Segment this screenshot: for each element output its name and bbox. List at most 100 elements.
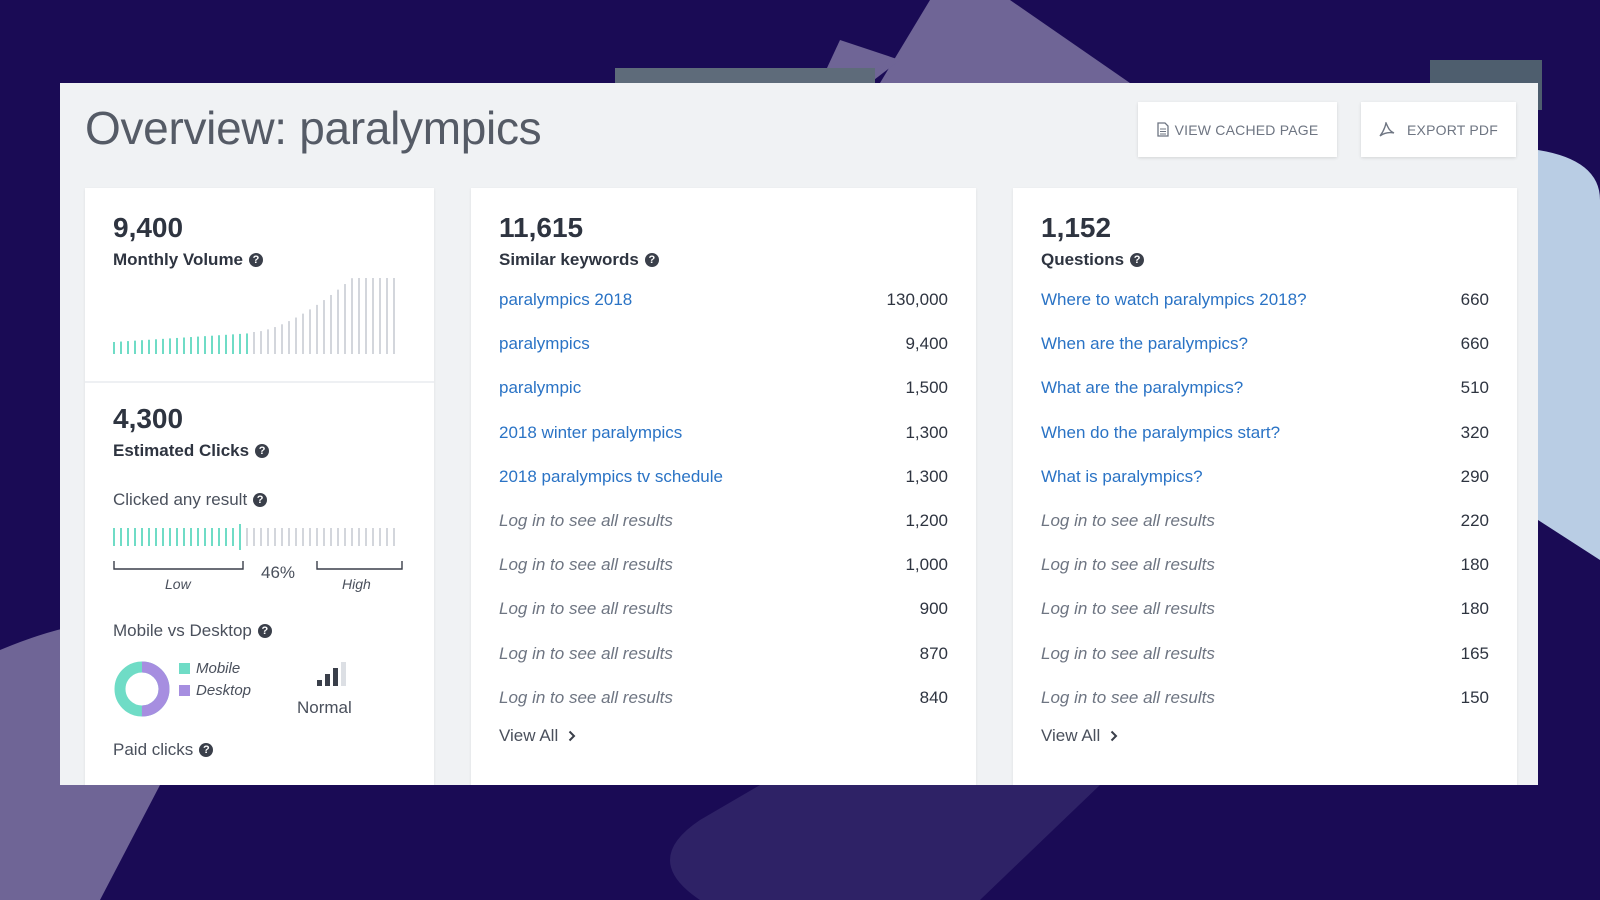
help-icon[interactable]: ?: [644, 253, 659, 267]
meter-bar: [113, 528, 115, 546]
login-prompt-link[interactable]: Log in to see all results: [499, 688, 673, 708]
meter-bar: [183, 528, 185, 546]
keyword-row-link[interactable]: paralympics 2018: [499, 290, 632, 310]
keyword-row-volume: 900: [919, 599, 948, 619]
meter-bar: [211, 528, 213, 546]
paid-clicks-text: Paid clicks: [113, 740, 194, 759]
range-low-label: Low: [165, 576, 191, 592]
estimated-clicks-value: 4,300: [113, 403, 184, 434]
meter-bar: [337, 528, 339, 546]
help-icon[interactable]: ?: [199, 743, 214, 757]
help-icon[interactable]: ?: [253, 493, 268, 507]
meter-bar: [288, 528, 290, 546]
keyword-row-volume: 1,500: [905, 378, 948, 398]
keyword-row: 2018 paralympics tv schedule 1,300: [499, 467, 948, 511]
meter-bar: [295, 528, 297, 546]
question-row-volume: 660: [1460, 334, 1489, 354]
meter-bar: [127, 528, 129, 546]
sparkline-bar: [218, 335, 220, 354]
keyword-row-link[interactable]: paralympics: [499, 334, 590, 354]
login-prompt-link[interactable]: Log in to see all results: [1041, 688, 1215, 708]
meter-bar: [309, 528, 311, 546]
keyword-row-link[interactable]: 2018 paralympics tv schedule: [499, 467, 723, 487]
view-cached-page-button[interactable]: VIEW CACHED PAGE: [1138, 102, 1337, 157]
keyword-row: paralympic 1,500: [499, 378, 948, 422]
sparkline-bar: [393, 278, 395, 354]
question-row-link[interactable]: When do the paralympics start?: [1041, 423, 1280, 443]
keyword-row: paralympics 9,400: [499, 334, 948, 378]
question-row-volume: 290: [1460, 466, 1489, 486]
login-prompt-link[interactable]: Log in to see all results: [1041, 511, 1215, 531]
login-prompt-link[interactable]: Log in to see all results: [499, 555, 673, 575]
legend-mobile-label: Mobile: [196, 660, 241, 677]
question-row-link[interactable]: When are the paralympics?: [1041, 334, 1248, 354]
question-row-volume: 150: [1460, 687, 1489, 707]
meter-bar: [141, 528, 143, 546]
meter-bar: [204, 528, 206, 546]
keyword-row-link[interactable]: paralympic: [499, 378, 581, 398]
high-bracket: [316, 561, 403, 570]
bg-shape-right: [1538, 150, 1600, 560]
legend-desktop: Desktop: [179, 682, 251, 699]
login-prompt-link[interactable]: Log in to see all results: [1041, 555, 1215, 575]
keyword-row-link[interactable]: 2018 winter paralympics: [499, 423, 682, 443]
sparkline-bar: [379, 278, 381, 354]
estimated-clicks-text: Estimated Clicks: [113, 441, 250, 460]
meter-bar: [218, 528, 220, 546]
meter-bar: [358, 528, 360, 546]
sparkline-bar: [176, 337, 178, 354]
mobile-desktop-label: Mobile vs Desktop ?: [113, 621, 272, 641]
page-title: Overview: paralympics: [85, 102, 542, 154]
questions-count: 1,152: [1041, 212, 1112, 243]
similar-keywords-view-all[interactable]: View All: [499, 726, 576, 746]
help-icon[interactable]: ?: [255, 444, 270, 458]
meter-bar: [365, 528, 367, 546]
sparkline-bar: [351, 278, 353, 354]
device-level-label: Normal: [297, 698, 352, 717]
volume-card: 9,400 Monthly Volume ? 4,300 Estimated C…: [85, 188, 434, 785]
question-row-volume: 220: [1460, 510, 1489, 530]
meter-bar: [155, 528, 157, 546]
question-row: Log in to see all results 180: [1041, 555, 1489, 599]
meter-bar: [372, 528, 374, 546]
keyword-row-volume: 130,000: [886, 290, 948, 309]
meter-bar: [393, 528, 395, 546]
help-icon[interactable]: ?: [1130, 253, 1145, 267]
login-prompt-link[interactable]: Log in to see all results: [499, 599, 673, 619]
keyword-row: paralympics 2018 130,000: [499, 290, 948, 334]
questions-view-all[interactable]: View All: [1041, 726, 1118, 746]
legend-swatch-desktop: [179, 685, 190, 696]
sparkline-bar: [211, 335, 213, 354]
login-prompt-link[interactable]: Log in to see all results: [499, 511, 673, 531]
meter-bar: [344, 528, 346, 546]
export-pdf-button[interactable]: EXPORT PDF: [1361, 102, 1516, 157]
help-icon[interactable]: ?: [249, 253, 264, 267]
meter-bar: [134, 528, 136, 546]
sparkline-bar: [232, 334, 234, 354]
sparkline-bar: [162, 338, 164, 354]
sparkline-bar: [344, 284, 346, 354]
paid-clicks-label: Paid clicks ?: [113, 740, 214, 760]
sparkline-bar: [302, 313, 304, 354]
login-prompt-link[interactable]: Log in to see all results: [499, 644, 673, 664]
meter-bar: [162, 528, 164, 546]
question-row-link[interactable]: What is paralympics?: [1041, 467, 1203, 487]
login-prompt-link[interactable]: Log in to see all results: [1041, 644, 1215, 664]
overview-panel: Overview: paralympics VIEW CACHED PAGE E…: [60, 83, 1538, 785]
question-row: Log in to see all results 220: [1041, 511, 1489, 555]
question-row-link[interactable]: Where to watch paralympics 2018?: [1041, 290, 1307, 310]
question-row-volume: 320: [1460, 422, 1489, 442]
sparkline-bar: [316, 304, 318, 354]
help-icon[interactable]: ?: [257, 624, 272, 638]
meter-bar: [232, 528, 234, 546]
mobile-desktop-text: Mobile vs Desktop: [113, 621, 252, 640]
questions-text: Questions: [1041, 250, 1125, 269]
bg-shape-bottom: [670, 785, 1100, 900]
meter-bar: [351, 528, 353, 546]
card-divider: [85, 381, 434, 383]
bg-shape-top: [880, 0, 1130, 83]
login-prompt-link[interactable]: Log in to see all results: [1041, 599, 1215, 619]
sparkline-bar: [274, 327, 276, 354]
question-row-link[interactable]: What are the paralympics?: [1041, 378, 1243, 398]
questions-label: Questions ?: [1041, 250, 1145, 270]
